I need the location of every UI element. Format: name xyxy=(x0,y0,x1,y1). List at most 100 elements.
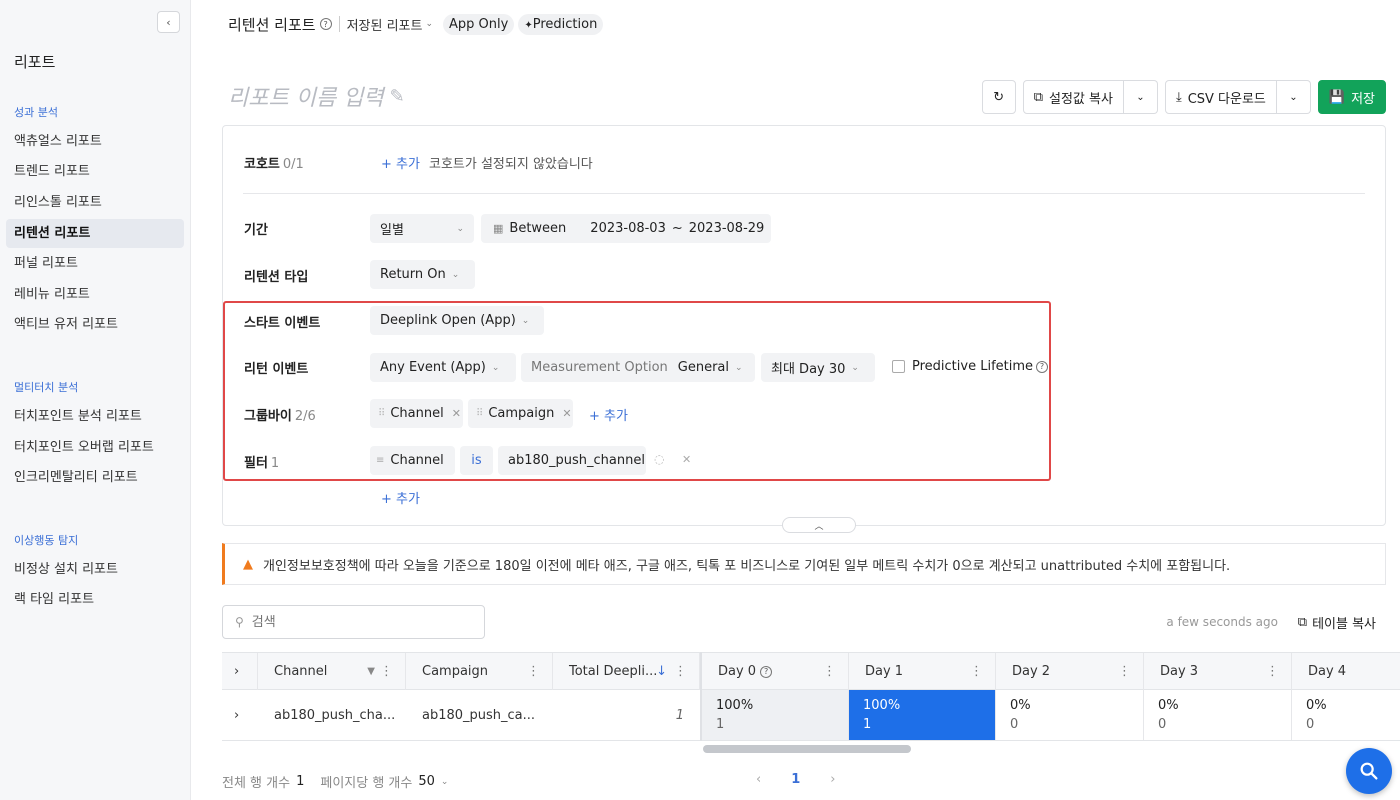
copy-table-button[interactable]: ⧉ 테이블 복사 xyxy=(1298,613,1376,632)
filter-value-select[interactable]: ab180_push_channel xyxy=(498,446,646,475)
add-group-by-link[interactable]: + 추가 xyxy=(589,405,628,424)
filter-field-select[interactable]: ≡ Channel xyxy=(370,446,455,475)
cell-day-1[interactable]: 100% 1 xyxy=(849,690,996,740)
checkbox-box[interactable] xyxy=(892,360,905,373)
end-date[interactable]: 2023-08-29 xyxy=(689,221,765,236)
kebab-menu-icon[interactable]: ⋮ xyxy=(1118,664,1131,679)
sidebar-item-touchpoint-analysis[interactable]: 터치포인트 분석 리포트 xyxy=(6,402,184,431)
return-event-select[interactable]: Any Event (App) ⌄ xyxy=(370,353,516,382)
start-date[interactable]: 2023-08-03 xyxy=(590,221,666,236)
save-button[interactable]: 💾 저장 xyxy=(1317,80,1386,114)
column-header-day-3[interactable]: Day 3 ⋮ xyxy=(1144,653,1292,690)
eye-off-icon[interactable]: ◌ xyxy=(654,452,664,466)
toolbar: ↻ ⧉ 설정값 복사 ⌄ ⤓ CSV 다운로드 ⌄ 💾 저장 xyxy=(981,80,1386,114)
chevron-right-icon: › xyxy=(234,707,240,723)
add-filter-link[interactable]: + 추가 xyxy=(381,488,420,507)
drag-handle-icon[interactable]: ⠿ xyxy=(476,408,483,419)
next-page-button[interactable]: › xyxy=(830,772,835,787)
sidebar-item-retention[interactable]: 리텐션 리포트 xyxy=(6,219,184,248)
cell-day-2[interactable]: 0% 0 xyxy=(996,690,1144,740)
column-header-total[interactable]: Total Deepli... ↓ ⋮ xyxy=(553,653,700,690)
group-by-chip-campaign[interactable]: ⠿ Campaign ✕ xyxy=(468,399,573,428)
current-page[interactable]: 1 xyxy=(791,772,800,787)
column-label: Day 2 xyxy=(1012,664,1051,679)
sidebar-item-active-user[interactable]: 액티브 유저 리포트 xyxy=(6,310,184,339)
sidebar-item-reinstall[interactable]: 리인스톨 리포트 xyxy=(6,188,184,217)
max-day-select[interactable]: 최대 Day 30 ⌄ xyxy=(761,353,875,382)
sidebar-item-funnel[interactable]: 퍼널 리포트 xyxy=(6,249,184,278)
measurement-option-select[interactable]: Measurement Option General ⌄ xyxy=(521,353,755,382)
report-name-input[interactable]: 리포트 이름 입력 ✎ xyxy=(228,80,405,112)
drag-handle-icon[interactable]: ⠿ xyxy=(378,408,385,419)
collapse-sidebar-button[interactable]: ‹ xyxy=(157,11,180,33)
column-header-day-4[interactable]: Day 4 xyxy=(1292,653,1400,690)
column-header-day-0[interactable]: Day 0? ⋮ xyxy=(702,653,849,690)
per-page-select[interactable]: 50 xyxy=(418,774,435,789)
kebab-menu-icon[interactable]: ⋮ xyxy=(380,664,393,679)
predictive-lifetime-checkbox[interactable]: Predictive Lifetime? xyxy=(892,359,1049,374)
sidebar-item-trend[interactable]: 트렌드 리포트 xyxy=(6,157,184,186)
csv-download-button[interactable]: ⤓ CSV 다운로드 xyxy=(1164,80,1277,114)
collapse-panel-button[interactable]: ︿ xyxy=(782,517,856,533)
search-input[interactable] xyxy=(251,614,452,630)
cell-day-4[interactable]: 0% 0 xyxy=(1292,690,1400,740)
cell-total: 1 xyxy=(675,707,684,723)
date-range-picker[interactable]: ▦ Between 2023-08-03 ~ 2023-08-29 xyxy=(481,214,771,243)
filter-operator-select[interactable]: is xyxy=(460,446,493,475)
header: 리텐션 리포트 ? 저장된 리포트 ⌄ App Only ✦Prediction xyxy=(228,12,604,36)
granularity-select[interactable]: 일별 ⌄ xyxy=(370,214,474,243)
filter-icon[interactable]: ▼ xyxy=(367,666,375,677)
sidebar-item-lag-time[interactable]: 랙 타임 리포트 xyxy=(6,585,184,614)
sidebar-item-abnormal-install[interactable]: 비정상 설치 리포트 xyxy=(6,555,184,584)
sidebar-item-revenue[interactable]: 레비뉴 리포트 xyxy=(6,280,184,309)
close-icon[interactable]: ✕ xyxy=(682,453,691,466)
prev-page-button[interactable]: ‹ xyxy=(756,772,761,787)
horizontal-scrollbar[interactable] xyxy=(703,745,911,753)
row-expand-toggle[interactable]: › xyxy=(222,690,258,740)
close-icon[interactable]: ✕ xyxy=(452,407,461,420)
sidebar-item-touchpoint-overlap[interactable]: 터치포인트 오버랩 리포트 xyxy=(6,433,184,462)
start-event-select[interactable]: Deeplink Open (App) ⌄ xyxy=(370,306,544,335)
cell-day-0[interactable]: 100% 1 xyxy=(702,690,849,740)
column-header-campaign[interactable]: Campaign ⋮ xyxy=(406,653,553,690)
search-box[interactable]: ⚲ xyxy=(222,605,485,639)
group-by-chip-channel[interactable]: ⠿ Channel ✕ xyxy=(370,399,463,428)
chevron-down-icon: ⌄ xyxy=(1289,91,1298,103)
save-icon: 💾 xyxy=(1328,89,1346,105)
column-header-day-1[interactable]: Day 1 ⋮ xyxy=(849,653,996,690)
csv-download-split: ⤓ CSV 다운로드 ⌄ xyxy=(1164,80,1311,114)
copy-settings-menu-button[interactable]: ⌄ xyxy=(1123,80,1158,114)
floating-help-button[interactable] xyxy=(1346,748,1392,794)
help-icon[interactable]: ? xyxy=(1036,360,1049,373)
kebab-menu-icon[interactable]: ⋮ xyxy=(970,664,983,679)
kebab-menu-icon[interactable]: ⋮ xyxy=(1266,664,1279,679)
kebab-menu-icon[interactable]: ⋮ xyxy=(674,664,687,679)
help-icon[interactable]: ? xyxy=(319,18,332,30)
kebab-menu-icon[interactable]: ⋮ xyxy=(823,664,836,679)
expand-all-toggle[interactable]: › xyxy=(222,653,258,690)
sidebar-item-actuals[interactable]: 액츄얼스 리포트 xyxy=(6,127,184,156)
range-separator: ~ xyxy=(671,221,683,236)
csv-download-menu-button[interactable]: ⌄ xyxy=(1276,80,1311,114)
chevron-down-icon: ⌄ xyxy=(425,19,434,29)
sidebar-item-incrementality[interactable]: 인크리멘탈리티 리포트 xyxy=(6,463,184,492)
sort-down-icon[interactable]: ↓ xyxy=(656,664,667,679)
saved-reports-dropdown[interactable]: 저장된 리포트 ⌄ xyxy=(347,15,433,34)
close-icon[interactable]: ✕ xyxy=(562,407,571,420)
chevron-down-icon[interactable]: ⌄ xyxy=(441,777,449,787)
search-icon: ⚲ xyxy=(235,615,244,629)
group-by-count: 2/6 xyxy=(294,409,316,424)
download-icon: ⤓ xyxy=(1175,89,1182,105)
column-header-channel[interactable]: Channel ▼ ⋮ xyxy=(258,653,406,690)
copy-settings-button[interactable]: ⧉ 설정값 복사 xyxy=(1022,80,1124,114)
granularity-value: 일별 xyxy=(380,223,404,238)
chevron-down-icon: ⌄ xyxy=(451,269,460,280)
refresh-button[interactable]: ↻ xyxy=(981,80,1016,114)
pinned-column-divider xyxy=(700,652,702,741)
help-icon[interactable]: ? xyxy=(760,665,773,678)
retention-type-select[interactable]: Return On ⌄ xyxy=(370,260,475,289)
add-cohort-link[interactable]: + 추가 xyxy=(381,153,420,172)
column-header-day-2[interactable]: Day 2 ⋮ xyxy=(996,653,1144,690)
kebab-menu-icon[interactable]: ⋮ xyxy=(527,664,540,679)
cell-day-3[interactable]: 0% 0 xyxy=(1144,690,1292,740)
